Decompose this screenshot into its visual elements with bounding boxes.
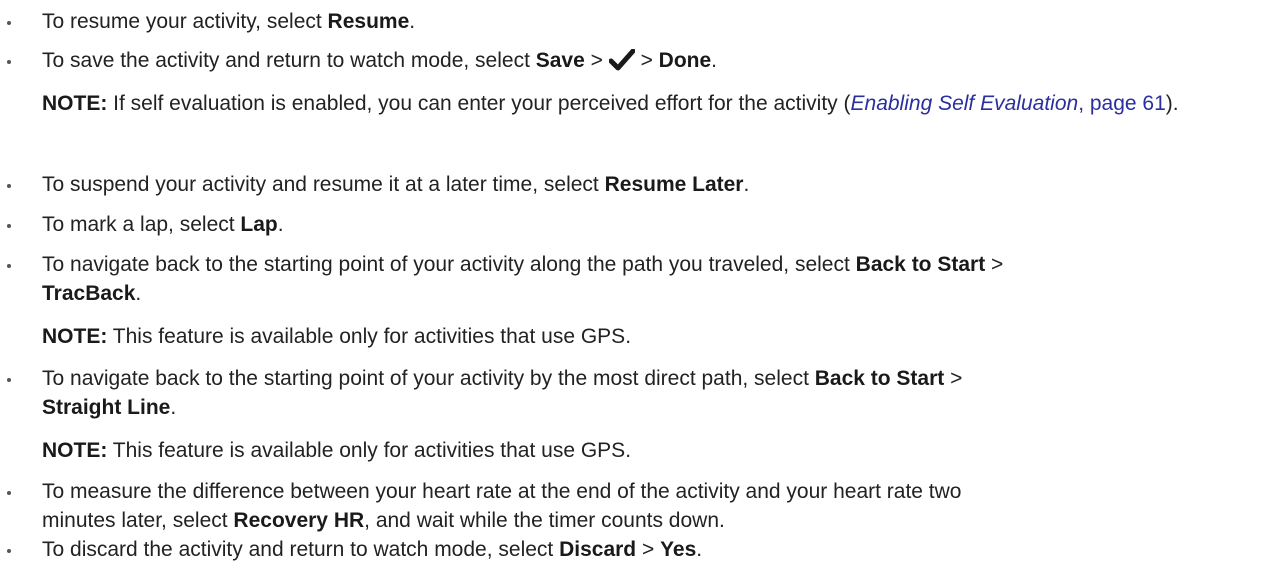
item-text: To save the activity and return to watch… [42,49,536,72]
list-item-tracback: To navigate back to the starting point o… [7,250,1244,308]
bullet [7,491,11,495]
bullet [7,549,11,553]
bullet [7,60,11,64]
punctuation: . [743,173,750,196]
note-gps-tracback: NOTE: This feature is available only for… [42,322,1244,351]
item-text: To suspend your activity and resume it a… [42,173,605,196]
option-straight-line: Straight Line [42,396,171,419]
option-recovery-hr: Recovery HR [233,509,365,532]
option-discard: Discard [559,538,637,561]
separator: > [634,49,659,72]
list-item-recovery-hr: To measure the difference between your h… [7,477,1244,535]
note-label: NOTE: [42,439,108,462]
option-resume: Resume [327,10,410,33]
item-text: To discard the activity and return to wa… [42,538,560,561]
list-item-resume-later: To suspend your activity and resume it a… [7,170,1244,199]
option-tracback: TracBack [42,282,136,305]
document-page: To resume your activity, select Resume. … [0,0,1264,565]
option-back-to-start: Back to Start [814,367,945,390]
link-enabling-self-evaluation[interactable]: Enabling Self Evaluation [851,92,1079,115]
separator: > [944,367,963,390]
list-item-resume: To resume your activity, select Resume. [7,7,1244,36]
note-text-close: ). [1165,92,1179,115]
bullet [7,21,11,25]
list-item-save: To save the activity and return to watch… [7,46,1244,75]
bullet [7,224,11,228]
separator: > [584,49,609,72]
checkmark-icon [608,49,635,71]
option-resume-later: Resume Later [604,173,744,196]
bullet [7,378,11,382]
item-text: minutes later, select [42,509,234,532]
link-page-reference[interactable]: , page 61 [1078,92,1166,115]
note-text: If self evaluation is enabled, you can e… [107,92,851,115]
note-text: This feature is available only for activ… [107,325,632,348]
list-item-lap: To mark a lap, select Lap. [7,210,1244,239]
note-label: NOTE: [42,325,108,348]
item-text: To navigate back to the starting point o… [42,367,815,390]
punctuation: . [277,213,284,236]
punctuation: . [135,282,142,305]
punctuation: . [170,396,177,419]
separator: > [985,253,1004,276]
bullet [7,184,11,188]
note-self-evaluation: NOTE: If self evaluation is enabled, you… [42,89,1244,118]
list-item-discard: To discard the activity and return to wa… [7,535,1244,564]
item-text: To resume your activity, select [42,10,328,33]
punctuation: . [711,49,718,72]
option-done: Done [658,49,712,72]
note-label: NOTE: [42,92,108,115]
separator: > [636,538,661,561]
option-back-to-start: Back to Start [855,253,986,276]
punctuation: . [696,538,703,561]
list-item-straight-line: To navigate back to the starting point o… [7,364,1244,422]
option-lap: Lap [240,213,278,236]
punctuation: . [409,10,416,33]
item-text: , and wait while the timer counts down. [364,509,725,532]
bullet [7,264,11,268]
option-save: Save [535,49,585,72]
item-text: To mark a lap, select [42,213,241,236]
item-text: To navigate back to the starting point o… [42,253,856,276]
option-yes: Yes [660,538,697,561]
note-text: This feature is available only for activ… [107,439,632,462]
note-gps-straight-line: NOTE: This feature is available only for… [42,436,1244,465]
item-text: To measure the difference between your h… [42,480,962,503]
